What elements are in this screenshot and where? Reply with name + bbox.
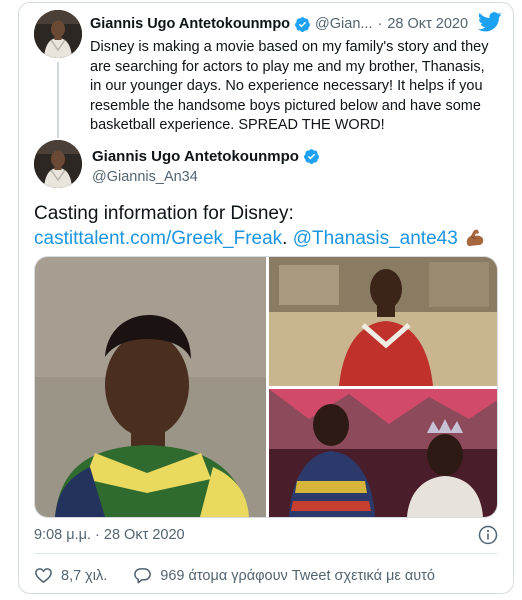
reply-count-text: 969 άτομα γράφουν Tweet σχετικά με αυτό — [160, 567, 435, 584]
info-icon[interactable] — [478, 525, 498, 545]
flexed-biceps-icon — [463, 226, 487, 248]
photo-young-brothers-party[interactable] — [269, 389, 497, 517]
reply-date[interactable]: 28 Οκτ 2020 — [387, 16, 468, 32]
thread-connector-line — [57, 62, 59, 138]
twitter-bird-icon[interactable] — [478, 12, 502, 32]
heart-icon — [35, 568, 52, 584]
author-avatar[interactable] — [34, 140, 82, 188]
separator-dot: · — [377, 16, 383, 32]
tweet-text: Casting information for Disney: castitta… — [34, 202, 494, 251]
author-name[interactable]: Giannis Ugo Antetokounmpo — [90, 16, 290, 32]
reply-context-header: Giannis Ugo Antetokounmpo @Gian... · 28 … — [90, 12, 502, 34]
author-avatar[interactable] — [34, 10, 82, 58]
tweet-text-line: Casting information for Disney: — [34, 203, 294, 224]
author-name[interactable]: Giannis Ugo Antetokounmpo — [92, 148, 299, 165]
photo-teen-basketball-player[interactable] — [269, 257, 497, 386]
like-count: 8,7 χιλ. — [61, 567, 108, 584]
photo-young-boy-school-portrait[interactable] — [35, 257, 266, 517]
reply-context-text: Disney is making a movie based on my fam… — [90, 39, 489, 133]
casting-link[interactable]: castittalent.com/Greek_Freak — [34, 228, 282, 249]
tweet-header: Giannis Ugo Antetokounmpo @Giannis_An34 — [92, 146, 320, 185]
reply-discussion-button[interactable]: 969 άτομα γράφουν Tweet σχετικά με αυτό — [133, 566, 435, 585]
verified-badge-icon — [303, 148, 320, 165]
tweet-actions: 8,7 χιλ. 969 άτομα γράφουν Tweet σχετικά… — [34, 566, 435, 585]
link-separator: . — [282, 228, 293, 249]
media-grid[interactable] — [34, 256, 498, 518]
mention-link[interactable]: @Thanasis_ante43 — [293, 228, 458, 249]
verified-badge-icon — [294, 16, 311, 33]
author-handle[interactable]: @Giannis_An34 — [92, 169, 320, 185]
speech-bubble-icon — [134, 568, 152, 584]
like-button[interactable]: 8,7 χιλ. — [34, 566, 107, 585]
divider — [34, 553, 498, 554]
author-handle[interactable]: @Gian... — [315, 16, 372, 32]
tweet-timestamp[interactable]: 9:08 μ.μ. · 28 Οκτ 2020 — [34, 527, 185, 543]
